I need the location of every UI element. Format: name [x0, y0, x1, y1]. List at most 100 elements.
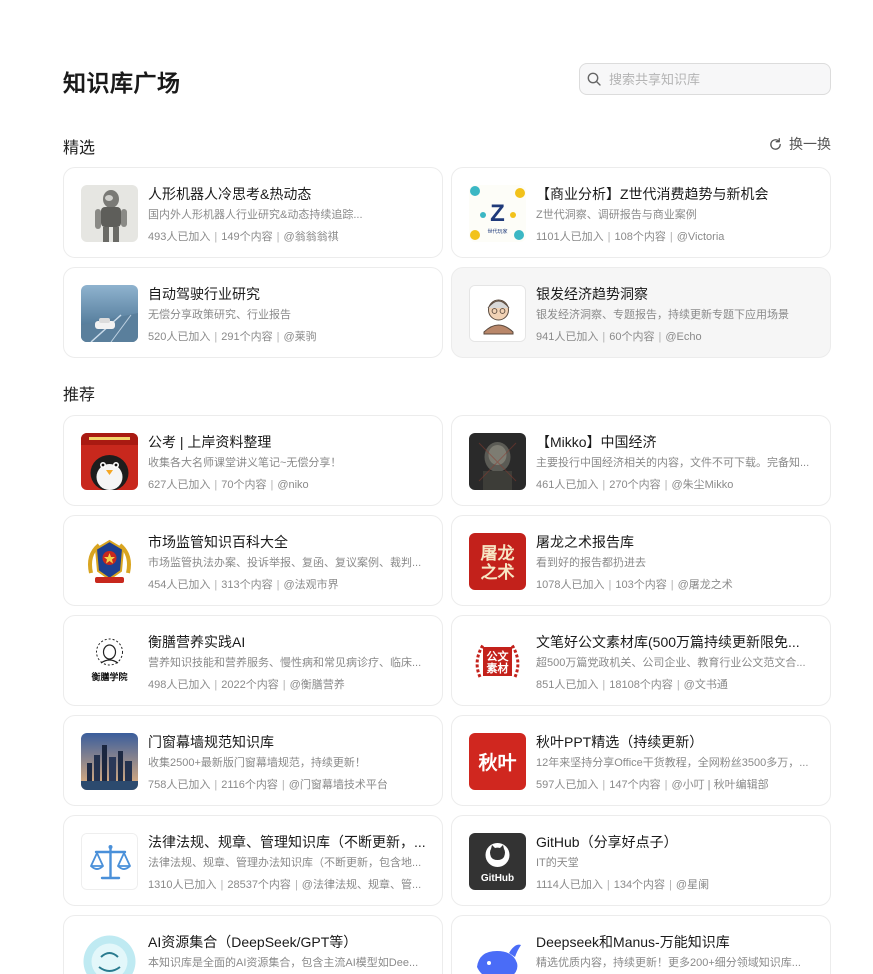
- penguin-thumbnail: [81, 433, 138, 490]
- card-description: 市场监管执法办案、投诉举报、复函、复议案例、裁判...: [148, 557, 422, 569]
- gen-z-logo-text: Z: [490, 200, 505, 227]
- owner-name: @文书通: [683, 679, 728, 691]
- knowledge-card[interactable]: 【Mikko】中国经济 主要投行中国经济相关的内容，文件不可下载。完备知... …: [451, 415, 831, 506]
- member-count: 493人已加入: [148, 231, 211, 243]
- content-count: 134个内容: [613, 879, 666, 891]
- ai-collection-thumbnail: [81, 933, 138, 974]
- card-description: Z世代洞察、调研报告与商业案例: [536, 209, 697, 221]
- knowledge-card[interactable]: Deepseek和Manus-万能知识库 精选优质内容，持续更新！更多200+细…: [451, 915, 831, 974]
- knowledge-card[interactable]: 自动驾驶行业研究 无偿分享政策研究、行业报告 520人已加入 | 291个内容 | @莱…: [63, 267, 443, 358]
- search-box[interactable]: [579, 63, 831, 95]
- knowledge-card[interactable]: 秋叶 秋叶PPT精选（持续更新） 12年来坚持分享Office干货教程，全网粉丝…: [451, 715, 831, 806]
- content-count: 28537个内容: [227, 879, 291, 891]
- card-meta: 597人已加入 | 147个内容 | @小叮 | 秋叶编辑部: [536, 779, 769, 791]
- card-description: 法律法规、规章、管理办法知识库（不断更新，包含地...: [148, 857, 422, 869]
- owner-name: @niko: [277, 479, 309, 491]
- featured-section-title: 精选: [63, 140, 96, 157]
- knowledge-card[interactable]: 公考 | 上岸资料整理 收集各大名师课堂讲义笔记~无偿分享！ 627人已加入 | 7…: [63, 415, 443, 506]
- member-count: 627人已加入: [148, 479, 211, 491]
- knowledge-card[interactable]: 公文素材 文笔好公文素材库(500万篇持续更新限免... 超500万篇党政机关、…: [451, 615, 831, 706]
- owner-name: @Echo: [665, 331, 702, 343]
- owner-name: @门窗幕墙技术平台: [288, 779, 388, 791]
- search-input[interactable]: [609, 71, 809, 87]
- emblem-thumbnail: [81, 533, 138, 590]
- member-count: 461人已加入: [536, 479, 599, 491]
- member-count: 520人已加入: [148, 331, 211, 343]
- calligraphy-text: 屠龙之术: [481, 543, 515, 583]
- member-count: 498人已加入: [148, 679, 211, 691]
- knowledge-card[interactable]: 人形机器人冷思考&热动态 国内外人形机器人行业研究&动态持续追踪... 493人…: [63, 167, 443, 258]
- seal-text: 公文素材: [487, 649, 510, 675]
- content-count: 60个内容: [609, 331, 655, 343]
- card-title: 屠龙之术报告库: [536, 534, 634, 550]
- owner-name: @小叮 | 秋叶编辑部: [671, 779, 769, 791]
- card-description: 收集各大名师课堂讲义笔记~无偿分享！: [148, 457, 342, 469]
- knowledge-card[interactable]: 法律法规、规章、管理知识库（不断更新，... 法律法规、规章、管理办法知识库（不…: [63, 815, 443, 906]
- gen-z-thumbnail: Z 世代玩家: [469, 185, 526, 242]
- owner-name: @Victoria: [676, 231, 725, 243]
- member-count: 851人已加入: [536, 679, 599, 691]
- knowledge-card[interactable]: 银发经济趋势洞察 银发经济洞察、专题报告，持续更新专题下应用场景 941人已加入…: [451, 267, 831, 358]
- gen-z-logo-subtext: 世代玩家: [487, 228, 507, 235]
- knowledge-card[interactable]: AI资源集合（DeepSeek/GPT等） 本知识库是全面的AI资源集合，包含主…: [63, 915, 443, 974]
- page-title: 知识库广场: [63, 70, 181, 96]
- card-title: 法律法规、规章、管理知识库（不断更新，...: [148, 834, 426, 850]
- knowledge-card[interactable]: GitHub GitHub（分享好点子） IT的天堂 1114人已加入 | 134个…: [451, 815, 831, 906]
- card-description: 营养知识技能和营养服务、慢性病和常见病诊疗、临床...: [148, 657, 422, 669]
- card-title: GitHub（分享好点子）: [536, 834, 678, 850]
- knowledge-card[interactable]: 门窗幕墙规范知识库 收集2500+最新版门窗幕墙规范，持续更新！ 758人已加入…: [63, 715, 443, 806]
- card-title: Deepseek和Manus-万能知识库: [536, 934, 730, 950]
- card-title: 市场监管知识百科大全: [148, 534, 288, 550]
- card-description: 国内外人形机器人行业研究&动态持续追踪...: [148, 209, 363, 221]
- card-meta: 498人已加入 | 2022个内容 | @衡膳营养: [148, 679, 345, 691]
- content-count: 2022个内容: [221, 679, 279, 691]
- owner-name: @衡膳营养: [289, 679, 345, 691]
- owner-name: @屠龙之术: [677, 579, 733, 591]
- refresh-button[interactable]: 换一换: [768, 134, 831, 154]
- refresh-label: 换一换: [789, 136, 831, 152]
- card-meta: 520人已加入 | 291个内容 | @莱驹: [148, 331, 317, 343]
- card-title: 自动驾驶行业研究: [148, 286, 260, 302]
- scales-icon: [81, 833, 138, 890]
- refresh-icon: [770, 137, 781, 150]
- card-description: 本知识库是全面的AI资源集合，包含主流AI模型如Dee...: [148, 957, 419, 969]
- member-count: 941人已加入: [536, 331, 599, 343]
- owner-name: @法观市界: [283, 579, 339, 591]
- owner-name: @星阑: [675, 879, 710, 891]
- search-icon: [587, 72, 601, 86]
- card-meta: 1310人已加入 | 28537个内容 | @法律法规、规章、管...: [148, 879, 422, 891]
- member-count: 1101人已加入: [536, 231, 604, 243]
- member-count: 1114人已加入: [536, 879, 603, 891]
- card-meta: 851人已加入 | 18108个内容 | @文书通: [536, 679, 728, 691]
- featured-grid: 人形机器人冷思考&热动态 国内外人形机器人行业研究&动态持续追踪... 493人…: [63, 167, 831, 358]
- knowledge-card[interactable]: 屠龙之术 屠龙之术报告库 看到好的报告都扔进去 1078人已加入 | 103个内容 |…: [451, 515, 831, 606]
- elderly-avatar-thumbnail: [469, 285, 526, 342]
- card-meta: 454人已加入 | 313个内容 | @法观市界: [148, 579, 339, 591]
- recommended-grid: 公考 | 上岸资料整理 收集各大名师课堂讲义笔记~无偿分享！ 627人已加入 | 7…: [63, 415, 831, 974]
- knowledge-card[interactable]: 市场监管知识百科大全 市场监管执法办案、投诉举报、复函、复议案例、裁判... 4…: [63, 515, 443, 606]
- knowledge-card[interactable]: 衡膳学院 衡膳营养实践AI 营养知识技能和营养服务、慢性病和常见病诊疗、临床..…: [63, 615, 443, 706]
- card-description: 无偿分享政策研究、行业报告: [148, 309, 291, 321]
- card-meta: 1078人已加入 | 103个内容 | @屠龙之术: [536, 579, 733, 591]
- content-count: 270个内容: [609, 479, 661, 491]
- autonomous-car-thumbnail: [81, 285, 138, 342]
- card-description: 12年来坚持分享Office干货教程，全网粉丝3500多万，...: [536, 757, 809, 769]
- card-description: 看到好的报告都扔进去: [536, 557, 646, 569]
- knowledge-card[interactable]: Z 世代玩家 【商业分析】Z世代消费趋势与新机会 Z世代洞察、调研报告与商业案例 …: [451, 167, 831, 258]
- qiuye-thumbnail: 秋叶: [469, 733, 526, 790]
- card-title: 公考 | 上岸资料整理: [148, 434, 272, 450]
- member-count: 1310人已加入: [148, 879, 217, 891]
- member-count: 454人已加入: [148, 579, 211, 591]
- owner-name: @翁翁翁祺: [283, 231, 339, 243]
- city-skyline-thumbnail: [81, 733, 138, 790]
- card-title: 银发经济趋势洞察: [536, 286, 648, 302]
- card-title: 衡膳营养实践AI: [148, 634, 246, 650]
- page-header: 知识库广场: [63, 62, 831, 96]
- card-meta: 941人已加入 | 60个内容 | @Echo: [536, 331, 702, 343]
- deepseek-whale-thumbnail: [469, 933, 526, 974]
- card-meta: 627人已加入 | 70个内容 | @niko: [148, 479, 309, 491]
- card-title: AI资源集合（DeepSeek/GPT等）: [148, 934, 358, 950]
- member-count: 758人已加入: [148, 779, 211, 791]
- content-count: 313个内容: [221, 579, 273, 591]
- calligraphy-thumbnail: 屠龙之术: [469, 533, 526, 590]
